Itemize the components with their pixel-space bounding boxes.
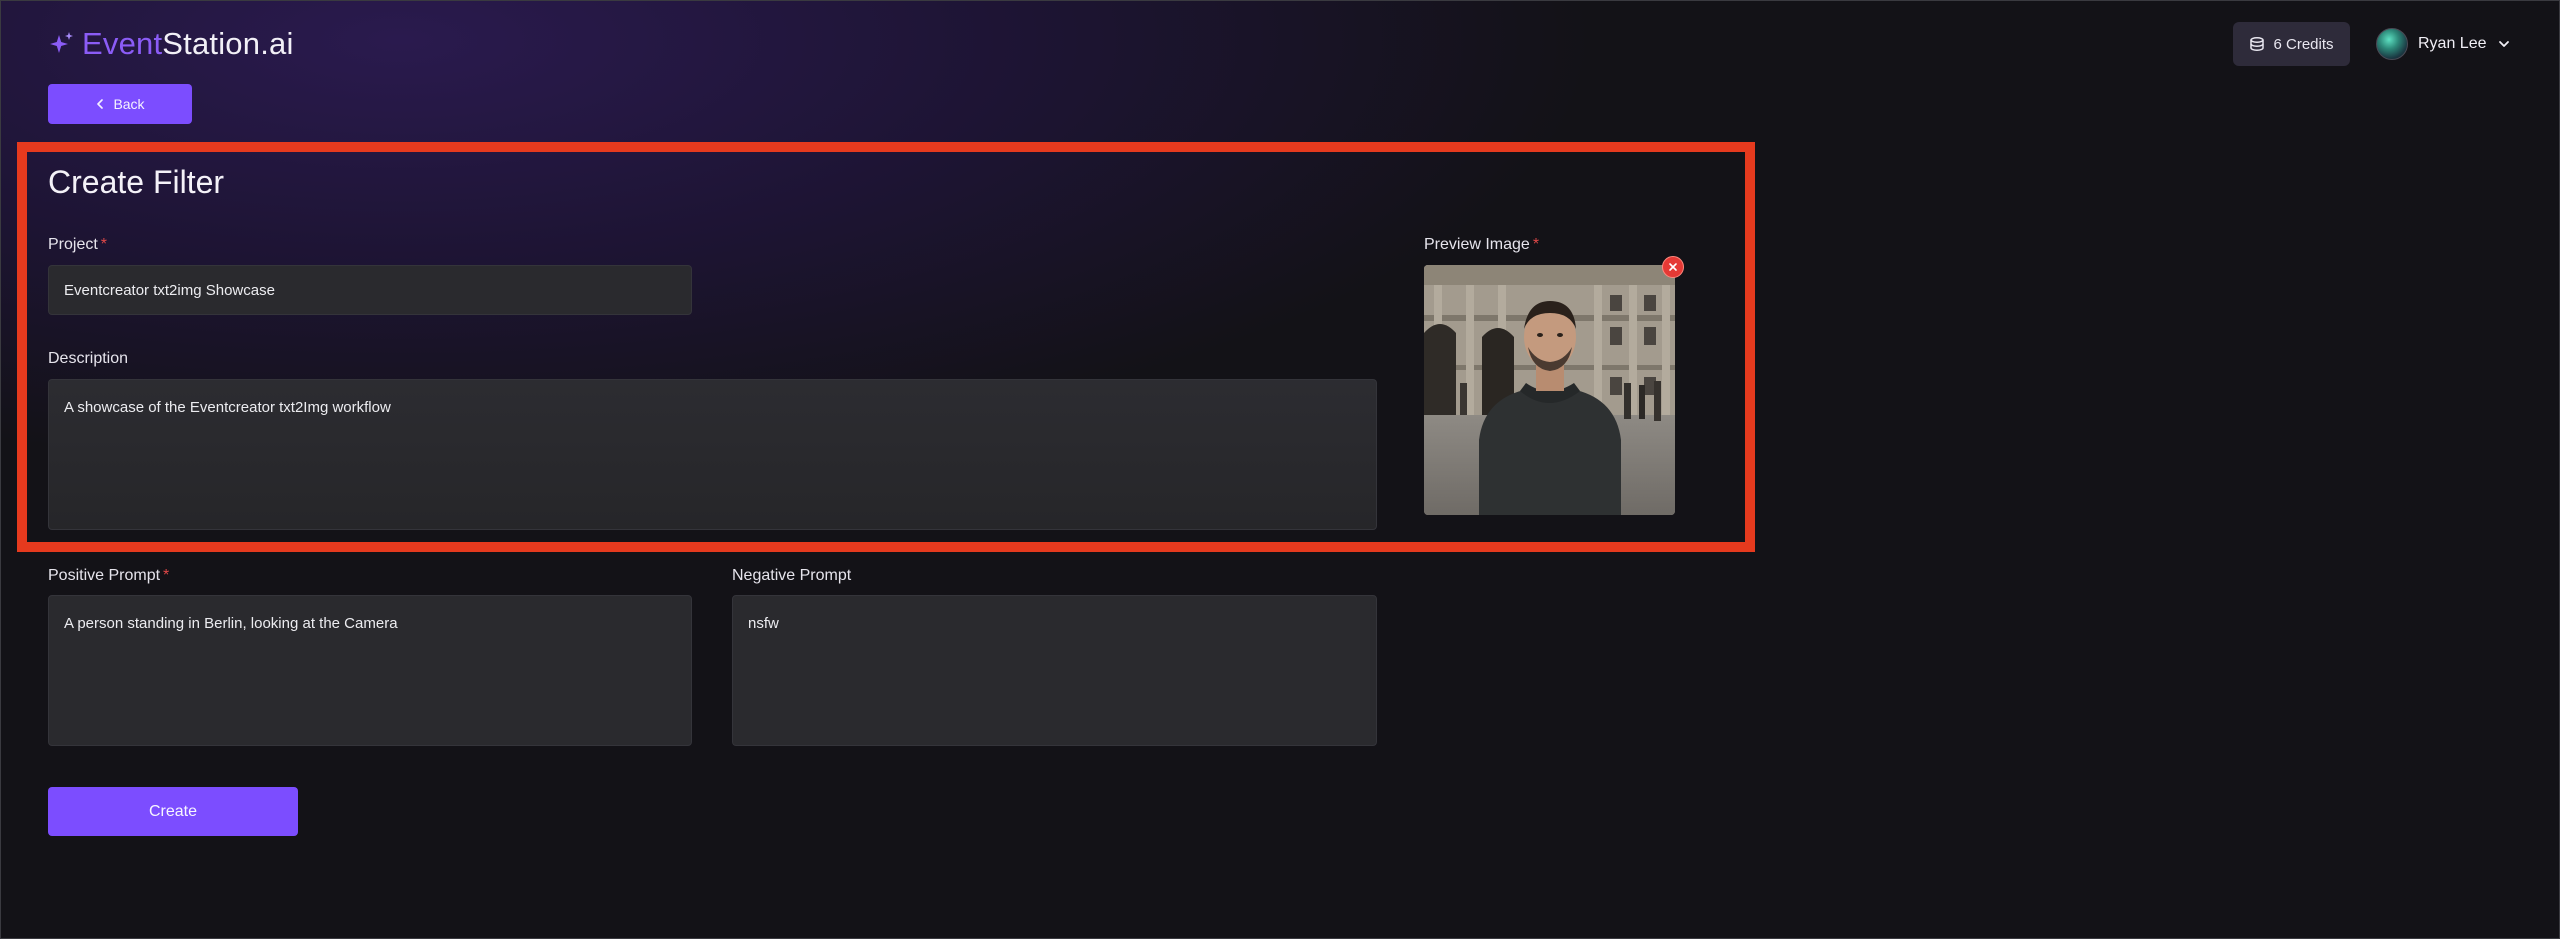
negative-prompt-label: Negative Prompt — [732, 567, 851, 585]
project-label-text: Project — [48, 236, 98, 253]
back-button[interactable]: Back — [48, 84, 192, 124]
user-menu[interactable]: Ryan Lee — [2376, 27, 2511, 61]
required-marker: * — [100, 236, 108, 253]
sparkle-icon — [50, 32, 73, 53]
close-icon — [1669, 263, 1677, 271]
app-logo[interactable]: EventStation.ai — [46, 26, 294, 62]
page-title: Create Filter — [48, 164, 225, 200]
create-button[interactable]: Create — [48, 787, 298, 836]
positive-prompt-textarea[interactable]: A person standing in Berlin, looking at … — [48, 595, 692, 746]
user-name: Ryan Lee — [2418, 35, 2487, 52]
positive-prompt-label-text: Positive Prompt — [48, 567, 161, 584]
negative-prompt-value: nsfw — [748, 615, 779, 632]
description-label-text: Description — [48, 350, 129, 367]
project-label: Project * — [48, 236, 107, 254]
description-value: A showcase of the Eventcreator txt2Img w… — [64, 399, 391, 416]
required-marker: * — [163, 567, 170, 584]
logo-text-station: Station.ai — [162, 26, 294, 61]
logo-text-event: Event — [82, 26, 163, 61]
positive-prompt-label: Positive Prompt * — [48, 567, 169, 585]
chevron-down-icon — [2498, 41, 2509, 47]
positive-prompt-value: A person standing in Berlin, looking at … — [64, 615, 398, 632]
description-textarea[interactable]: A showcase of the Eventcreator txt2Img w… — [48, 379, 1377, 530]
back-label: Back — [113, 96, 145, 112]
coins-icon — [2250, 37, 2265, 51]
negative-prompt-textarea[interactable]: nsfw — [732, 595, 1377, 746]
preview-image[interactable] — [1424, 265, 1675, 515]
required-marker: * — [1532, 236, 1540, 253]
credits-button[interactable]: 6 Credits — [2233, 22, 2350, 66]
remove-preview-button[interactable] — [1662, 256, 1684, 278]
negative-prompt-label-text: Negative Prompt — [732, 567, 852, 584]
preview-image-label-text: Preview Image — [1424, 236, 1530, 253]
credits-label: 6 Credits — [2273, 35, 2334, 53]
project-select[interactable]: Eventcreator txt2img Showcase — [48, 265, 692, 315]
preview-image-label: Preview Image * — [1424, 236, 1539, 254]
chevron-left-icon — [97, 99, 104, 109]
avatar — [2376, 28, 2408, 60]
preview-photo — [1424, 265, 1675, 515]
description-label: Description — [48, 350, 128, 368]
create-label: Create — [148, 802, 198, 820]
project-value: Eventcreator txt2img Showcase — [64, 281, 275, 299]
